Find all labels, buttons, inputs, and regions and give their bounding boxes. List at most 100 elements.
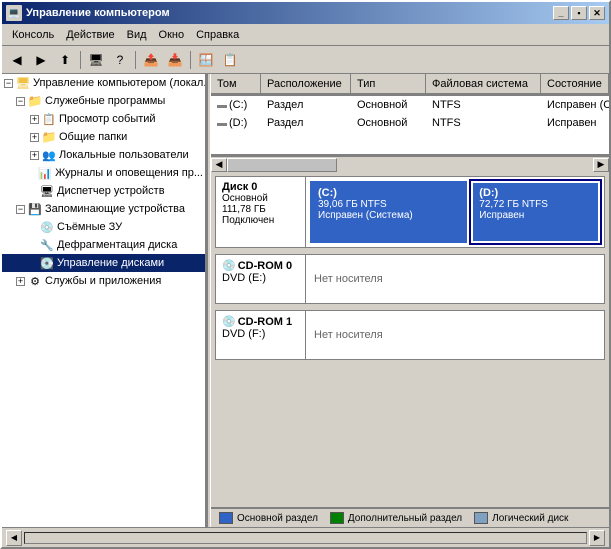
cdrom-1-icon: 💿 xyxy=(222,315,236,328)
menu-help[interactable]: Справка xyxy=(190,27,245,43)
disk-0-status: Подключен xyxy=(222,215,299,226)
scroll-left-button[interactable]: ◀ xyxy=(211,158,227,172)
forward-button[interactable]: ▶ xyxy=(30,49,52,71)
menu-window[interactable]: Окно xyxy=(153,27,191,43)
cell-type-1: Основной xyxy=(351,98,426,112)
cdrom-1-status: Нет носителя xyxy=(314,329,383,341)
label-svcapps: Службы и приложения xyxy=(45,275,161,287)
toolbar-sep2 xyxy=(135,51,136,69)
label-services: Служебные программы xyxy=(45,95,165,107)
icon-folders: 📁 xyxy=(41,129,57,145)
tree-pane[interactable]: − 🖥 Управление компьютером (локал... − 📁… xyxy=(2,74,207,527)
show-button[interactable]: 🖥 xyxy=(85,49,107,71)
table-row[interactable]: ▬ (D:) Раздел Основной NTFS Исправен xyxy=(211,114,609,132)
close-button[interactable]: ✕ xyxy=(589,6,605,20)
export-button[interactable]: 📤 xyxy=(140,49,162,71)
cell-location-2: Раздел xyxy=(261,116,351,130)
up-button[interactable]: ⬆ xyxy=(54,49,76,71)
legend-logical-color xyxy=(474,512,488,524)
legend: Основной раздел Дополнительный раздел Ло… xyxy=(211,507,609,527)
expand-events[interactable]: + xyxy=(30,115,39,124)
cdrom-0-label: 💿 CD-ROM 0 DVD (E:) xyxy=(216,255,306,303)
expand-folders[interactable]: + xyxy=(30,133,39,142)
new-window-button[interactable]: 🪟 xyxy=(195,49,217,71)
tree-item-services[interactable]: − 📁 Служебные программы xyxy=(2,92,205,110)
icon-diskmgmt: 💽 xyxy=(39,255,55,271)
back-button[interactable]: ◀ xyxy=(6,49,28,71)
col-header-status[interactable]: Состояние xyxy=(541,74,609,94)
partition-d[interactable]: (D:) 72,72 ГБ NTFS Исправен xyxy=(471,181,600,243)
tree-item-defrag[interactable]: 🔧 Дефрагментация диска xyxy=(2,236,205,254)
table-header: Том Расположение Тип Файловая система Со… xyxy=(211,74,609,96)
cell-fs-2: NTFS xyxy=(426,116,541,130)
menu-view[interactable]: Вид xyxy=(121,27,153,43)
icon-defrag: 🔧 xyxy=(39,237,55,253)
cell-location-1: Раздел xyxy=(261,98,351,112)
window-title: Управление компьютером xyxy=(26,7,553,19)
horizontal-scrollbar[interactable]: ◀ ▶ xyxy=(211,156,609,172)
icon-logs: 📊 xyxy=(37,165,53,181)
status-scroll-left[interactable]: ◀ xyxy=(6,530,22,546)
legend-primary-color xyxy=(219,512,233,524)
properties-button[interactable]: 📋 xyxy=(219,49,241,71)
partition-c-status: Исправен (Система) xyxy=(318,210,459,221)
cdrom-1-label: 💿 CD-ROM 1 DVD (F:) xyxy=(216,311,306,359)
tree-item-events[interactable]: + 📋 Просмотр событий xyxy=(2,110,205,128)
legend-logical-label: Логический диск xyxy=(492,513,568,524)
tree-item-svcapps[interactable]: + ⚙ Службы и приложения xyxy=(2,272,205,290)
import-button[interactable]: 📥 xyxy=(164,49,186,71)
status-scroll-right[interactable]: ▶ xyxy=(589,530,605,546)
status-bar: ◀ ▶ xyxy=(2,527,609,547)
cell-status-1: Исправен (Систе... xyxy=(541,98,609,112)
expand-users[interactable]: + xyxy=(30,151,39,160)
col-header-tom[interactable]: Том xyxy=(211,74,261,94)
tree-item-root[interactable]: − 🖥 Управление компьютером (локал... xyxy=(2,74,205,92)
table-row[interactable]: ▬ (C:) Раздел Основной NTFS Исправен (Си… xyxy=(211,96,609,114)
scroll-track xyxy=(227,158,593,172)
help-button[interactable]: ? xyxy=(109,49,131,71)
expand-svcapps[interactable]: + xyxy=(16,277,25,286)
restore-button[interactable]: ▪ xyxy=(571,6,587,20)
tree-item-storage[interactable]: − 💾 Запоминающие устройства xyxy=(2,200,205,218)
label-removable: Съёмные ЗУ xyxy=(57,221,122,233)
tree-item-diskmgmt[interactable]: 💽 Управление дисками xyxy=(2,254,205,272)
expand-root[interactable]: − xyxy=(4,79,13,88)
menu-console[interactable]: Консоль xyxy=(6,27,60,43)
tree-item-logs[interactable]: 📊 Журналы и оповещения пр... xyxy=(2,164,205,182)
partition-d-fs: 72,72 ГБ NTFS xyxy=(479,199,592,210)
minimize-button[interactable]: _ xyxy=(553,6,569,20)
menu-bar: Консоль Действие Вид Окно Справка xyxy=(2,24,609,46)
tree-item-users[interactable]: + 👥 Локальные пользователи xyxy=(2,146,205,164)
menu-action[interactable]: Действие xyxy=(60,27,120,43)
icon-root: 🖥 xyxy=(15,75,31,91)
disk-visual-area: Диск 0 Основной 111,78 ГБ Подключен (C:)… xyxy=(211,172,609,507)
tree-item-removable[interactable]: 💿 Съёмные ЗУ xyxy=(2,218,205,236)
label-root: Управление компьютером (локал... xyxy=(33,77,207,89)
legend-primary: Основной раздел xyxy=(219,512,318,524)
cdrom-0-type: DVD (E:) xyxy=(222,272,299,284)
cdrom-1-empty: Нет носителя xyxy=(306,311,604,359)
scroll-thumb[interactable] xyxy=(227,158,337,172)
disk-icon-2: ▬ xyxy=(217,118,227,129)
tree-item-folders[interactable]: + 📁 Общие папки xyxy=(2,128,205,146)
col-header-fs[interactable]: Файловая система xyxy=(426,74,541,94)
icon-storage: 💾 xyxy=(27,201,43,217)
cell-tom-1: ▬ (C:) xyxy=(211,98,261,112)
scroll-right-button[interactable]: ▶ xyxy=(593,158,609,172)
expand-services[interactable]: − xyxy=(16,97,25,106)
col-header-type[interactable]: Тип xyxy=(351,74,426,94)
expand-storage[interactable]: − xyxy=(16,205,25,214)
icon-removable: 💿 xyxy=(39,219,55,235)
window-icon: 💻 xyxy=(6,5,22,21)
col-header-location[interactable]: Расположение xyxy=(261,74,351,94)
title-bar-buttons: _ ▪ ✕ xyxy=(553,6,605,20)
partition-c[interactable]: (C:) 39,06 ГБ NTFS Исправен (Система) xyxy=(310,181,467,243)
tree-item-devmgr[interactable]: 🖥 Диспетчер устройств xyxy=(2,182,205,200)
icon-devmgr: 🖥 xyxy=(39,183,55,199)
right-pane: Том Расположение Тип Файловая система Со… xyxy=(211,74,609,527)
cell-type-2: Основной xyxy=(351,116,426,130)
cdrom-0-status: Нет носителя xyxy=(314,273,383,285)
label-events: Просмотр событий xyxy=(59,113,156,125)
disk-0-block: Диск 0 Основной 111,78 ГБ Подключен (C:)… xyxy=(215,176,605,248)
cdrom-0-drive: (E:) xyxy=(248,272,266,284)
